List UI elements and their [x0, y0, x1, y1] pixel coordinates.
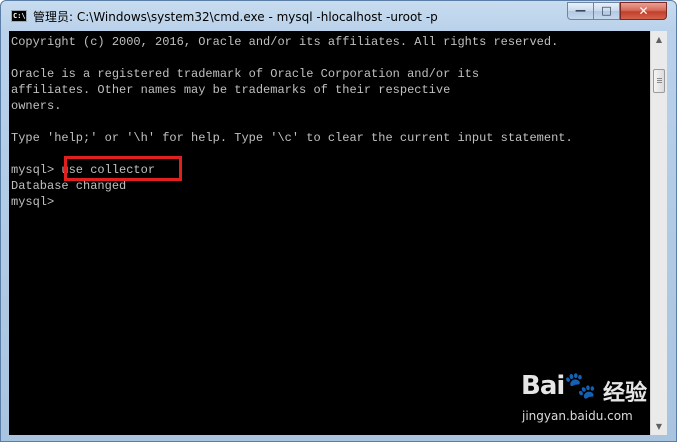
- grip-line: [657, 78, 662, 79]
- minimize-button[interactable]: —: [567, 2, 594, 20]
- scroll-thumb[interactable]: [653, 69, 665, 93]
- console-line: owners.: [11, 99, 62, 113]
- jingyan-brand: 经验: [603, 381, 648, 406]
- title-bar[interactable]: C:\ 管理员: C:\Windows\system32\cmd.exe - m…: [1, 1, 676, 31]
- cmd-window: C:\ 管理员: C:\Windows\system32\cmd.exe - m…: [0, 0, 677, 442]
- console-line: Oracle is a registered trademark of Orac…: [11, 67, 480, 81]
- watermark-url: jingyan.baidu.com: [522, 409, 633, 423]
- command-highlight-box: [64, 156, 182, 181]
- console-line: Copyright (c) 2000, 2016, Oracle and/or …: [11, 35, 559, 49]
- grip-line: [657, 80, 662, 81]
- baidu-logo: Bai🐾: [521, 371, 597, 401]
- console-line: Type 'help;' or '\h' for help. Type '\c'…: [11, 131, 573, 145]
- console-prompt[interactable]: mysql>: [11, 194, 54, 210]
- vertical-scrollbar[interactable]: ▲ ▼: [650, 31, 667, 435]
- cmd-app-icon[interactable]: C:\: [11, 10, 27, 22]
- maximize-button[interactable]: □: [594, 2, 620, 20]
- baidu-jingyan-watermark: Bai🐾 经验 jingyan.baidu.com: [521, 369, 648, 431]
- grip-line: [657, 82, 662, 83]
- scroll-up-arrow-icon[interactable]: ▲: [651, 31, 667, 48]
- scroll-down-arrow-icon[interactable]: ▼: [651, 418, 667, 435]
- window-title: 管理员: C:\Windows\system32\cmd.exe - mysql…: [33, 10, 438, 24]
- close-button[interactable]: ✕: [620, 2, 667, 20]
- console-line: affiliates. Other names may be trademark…: [11, 83, 451, 97]
